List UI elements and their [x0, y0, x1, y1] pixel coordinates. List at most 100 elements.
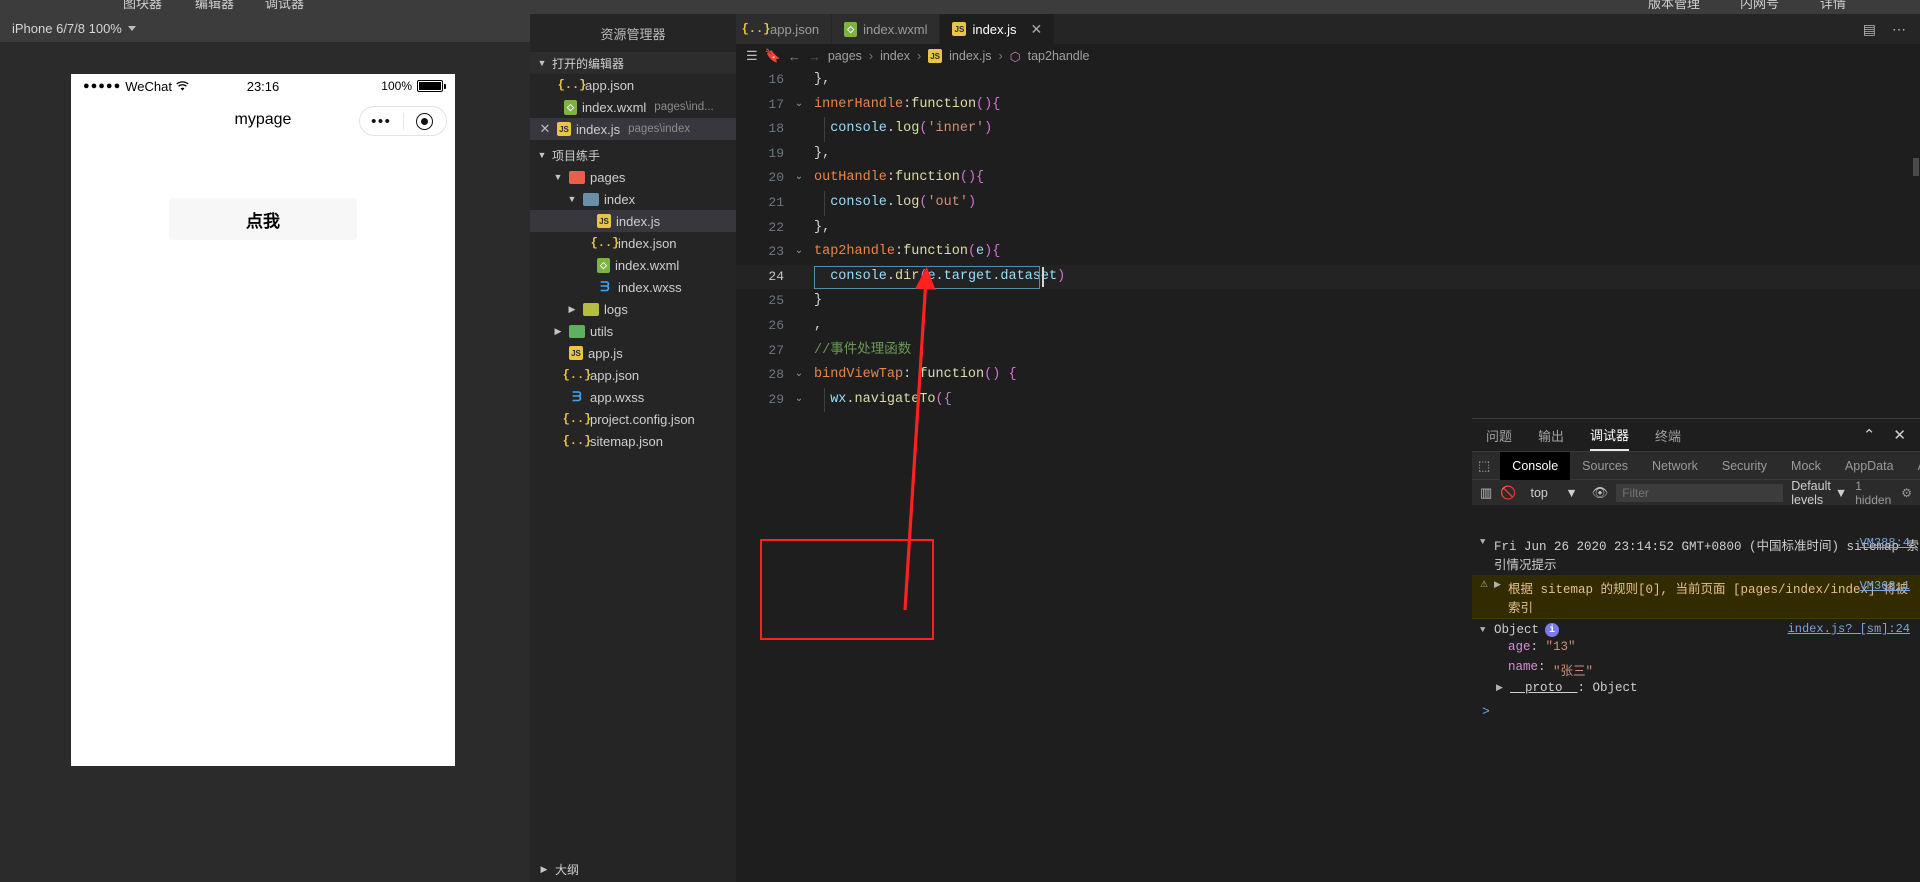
show-console-sidebar-icon[interactable]: ▥ [1480, 485, 1492, 501]
code-line[interactable]: 24 console.dir(e.target.dataset) [736, 264, 1920, 290]
clear-console-icon[interactable]: 🚫 [1500, 485, 1516, 501]
menu-item-3[interactable]: 版本管理 [1648, 0, 1700, 12]
info-badge-icon[interactable]: i [1545, 623, 1560, 637]
chevron-down-icon[interactable]: ▼ [1480, 623, 1494, 635]
chevron-down-icon[interactable]: ▼ [566, 194, 578, 204]
devtools-tab-audits[interactable]: Audits [1906, 452, 1920, 480]
tree-file-app-js[interactable]: JS app.js [530, 342, 736, 364]
fold-chevron-icon[interactable]: ⌄ [792, 240, 806, 265]
code-line[interactable]: 19}, [736, 142, 1920, 167]
devtools-tab-appdata[interactable]: AppData [1833, 452, 1906, 480]
more-menu-icon[interactable]: ••• [360, 113, 403, 130]
debug-tab-调试器[interactable]: 调试器 [1590, 419, 1630, 451]
chevron-right-icon[interactable]: ▶ [1494, 578, 1508, 590]
scrollbar-thumb[interactable] [1913, 158, 1919, 176]
object-proto-row[interactable]: ▶ __proto__ : Object [1472, 680, 1920, 700]
device-selector-label[interactable]: iPhone 6/7/8 100% [12, 21, 122, 36]
menu-item-0[interactable]: 图块器 [123, 0, 162, 12]
chevron-right-icon[interactable]: ▶ [538, 864, 550, 875]
outline-section-header[interactable]: ▶ 大纲 [530, 856, 736, 882]
tree-file-index-wxml[interactable]: ◇ index.wxml [530, 254, 736, 276]
code-line[interactable]: 27 //事件处理函数 [736, 339, 1920, 364]
chevron-down-icon[interactable]: ▼ [536, 150, 548, 160]
fold-chevron-icon[interactable]: ⌄ [792, 93, 806, 118]
code-line[interactable]: 26, [736, 314, 1920, 339]
tree-folder-index[interactable]: ▼ index [530, 188, 736, 210]
tree-file-app-wxss[interactable]: ᗱ app.wxss [530, 386, 736, 408]
breadcrumb-part-pages[interactable]: pages [828, 49, 862, 63]
tree-folder-logs[interactable]: ▶ logs [530, 298, 736, 320]
console-log-source[interactable]: VM388:4 [1860, 536, 1910, 550]
code-line[interactable]: 28 ⌄ bindViewTap: function() { [736, 363, 1920, 388]
open-editor-index-wxml[interactable]: ◇ index.wxml pages\ind... [530, 96, 736, 118]
devtools-tab-network[interactable]: Network [1640, 452, 1710, 480]
chevron-down-icon[interactable]: ▼ [552, 172, 564, 182]
code-editor[interactable]: 16}, 17 ⌄ innerHandle:function(){18 console… [736, 68, 1920, 415]
nav-back-icon[interactable]: ← [788, 49, 801, 64]
close-icon[interactable]: ✕ [1893, 426, 1906, 444]
tab-index-js[interactable]: JS index.js ✕ [940, 14, 1056, 44]
open-editor-app-json[interactable]: {..} app.json [530, 74, 736, 96]
debug-tab-输出[interactable]: 输出 [1538, 419, 1564, 451]
tree-file-app-json[interactable]: {..} app.json [530, 364, 736, 386]
split-editor-icon[interactable]: ▤ [1863, 21, 1876, 38]
tab-index-wxml[interactable]: ◇ index.wxml [832, 14, 941, 44]
console-warn-row[interactable]: ⚠ ▶ 根据 sitemap 的规则[0], 当前页面 [pages/index… [1472, 576, 1920, 619]
inspect-element-icon[interactable]: ⬚ [1478, 458, 1490, 474]
menu-item-5[interactable]: 详情 [1820, 0, 1846, 12]
close-icon[interactable]: ✕ [538, 121, 552, 137]
project-section-header[interactable]: ▼ 项目练手 [530, 144, 736, 166]
tree-file-project-config-json[interactable]: {..} project.config.json [530, 408, 736, 430]
tree-file-index-js[interactable]: JS index.js [530, 210, 736, 232]
tree-folder-utils[interactable]: ▶ utils [530, 320, 736, 342]
console-log-source[interactable]: VM368:1 [1860, 579, 1910, 593]
outline-icon[interactable]: ☰ [746, 48, 758, 64]
chevron-down-icon[interactable]: ▼ [1565, 486, 1577, 500]
menu-item-4[interactable]: 内网号 [1740, 0, 1779, 12]
nav-forward-icon[interactable]: → [808, 49, 821, 64]
fold-chevron-icon[interactable]: ⌄ [792, 363, 806, 388]
code-line[interactable]: 21 console.log('out') [736, 190, 1920, 216]
menu-item-1[interactable]: 编辑器 [195, 0, 234, 12]
open-editors-section-header[interactable]: ▼ 打开的编辑器 [530, 52, 736, 74]
chevron-down-icon[interactable]: ▼ [536, 58, 548, 68]
code-line[interactable]: 20 ⌄ outHandle:function(){ [736, 166, 1920, 191]
console-log-row[interactable]: ▼ Fri Jun 26 2020 23:14:52 GMT+0800 (中国标… [1472, 533, 1920, 576]
menu-item-2[interactable]: 调试器 [265, 0, 304, 12]
chevron-down-icon[interactable]: ▼ [1835, 486, 1847, 500]
breadcrumb-part-file[interactable]: index.js [949, 49, 991, 63]
close-icon[interactable]: ✕ [1031, 21, 1043, 38]
tree-file-sitemap-json[interactable]: {..} sitemap.json [530, 430, 736, 452]
debug-tab-问题[interactable]: 问题 [1486, 419, 1512, 451]
bookmark-icon[interactable]: 🔖 [765, 48, 781, 64]
gear-icon[interactable]: ⚙ [1901, 486, 1912, 500]
console-prompt[interactable]: > [1472, 700, 1920, 719]
devtools-tab-security[interactable]: Security [1710, 452, 1779, 480]
chevron-down-icon[interactable] [127, 25, 136, 31]
code-line[interactable]: 23 ⌄ tap2handle:function(e){ [736, 240, 1920, 265]
code-line[interactable]: 25} [736, 289, 1920, 314]
devtools-tab-sources[interactable]: Sources [1570, 452, 1640, 480]
log-levels-select[interactable]: Default levels ▼ [1791, 479, 1847, 507]
live-expression-icon[interactable]: 👁 [1592, 485, 1609, 501]
tap-button[interactable]: 点我 [169, 198, 357, 240]
wechat-capsule[interactable]: ••• [359, 106, 447, 136]
code-line[interactable]: 29 ⌄ wx.navigateTo({ [736, 387, 1920, 413]
devtools-tab-console[interactable]: Console [1500, 451, 1571, 480]
more-actions-icon[interactable]: ⋯ [1892, 21, 1906, 38]
console-filter-input[interactable] [1616, 483, 1784, 502]
target-icon[interactable] [404, 112, 447, 130]
code-line[interactable]: 17 ⌄ innerHandle:function(){ [736, 93, 1920, 118]
code-line[interactable]: 16}, [736, 68, 1920, 93]
fold-chevron-icon[interactable]: ⌄ [792, 388, 806, 413]
editor-scrollbar[interactable] [1912, 68, 1920, 415]
open-editor-index-js[interactable]: ✕ JS index.js pages\index [530, 118, 736, 140]
tree-folder-pages[interactable]: ▼ pages [530, 166, 736, 188]
tree-file-index-json[interactable]: {..} index.json [530, 232, 736, 254]
execution-context-select[interactable]: top ▼ [1524, 486, 1583, 500]
tab-app-json[interactable]: {..} app.json [736, 14, 833, 44]
tree-file-index-wxss[interactable]: ᗱ index.wxss [530, 276, 736, 298]
chevron-right-icon[interactable]: ▶ [552, 326, 564, 337]
chevron-down-icon[interactable]: ▼ [1480, 535, 1494, 547]
object-header-row[interactable]: ▼ Object i index.js? [sm]:24 [1472, 619, 1920, 639]
